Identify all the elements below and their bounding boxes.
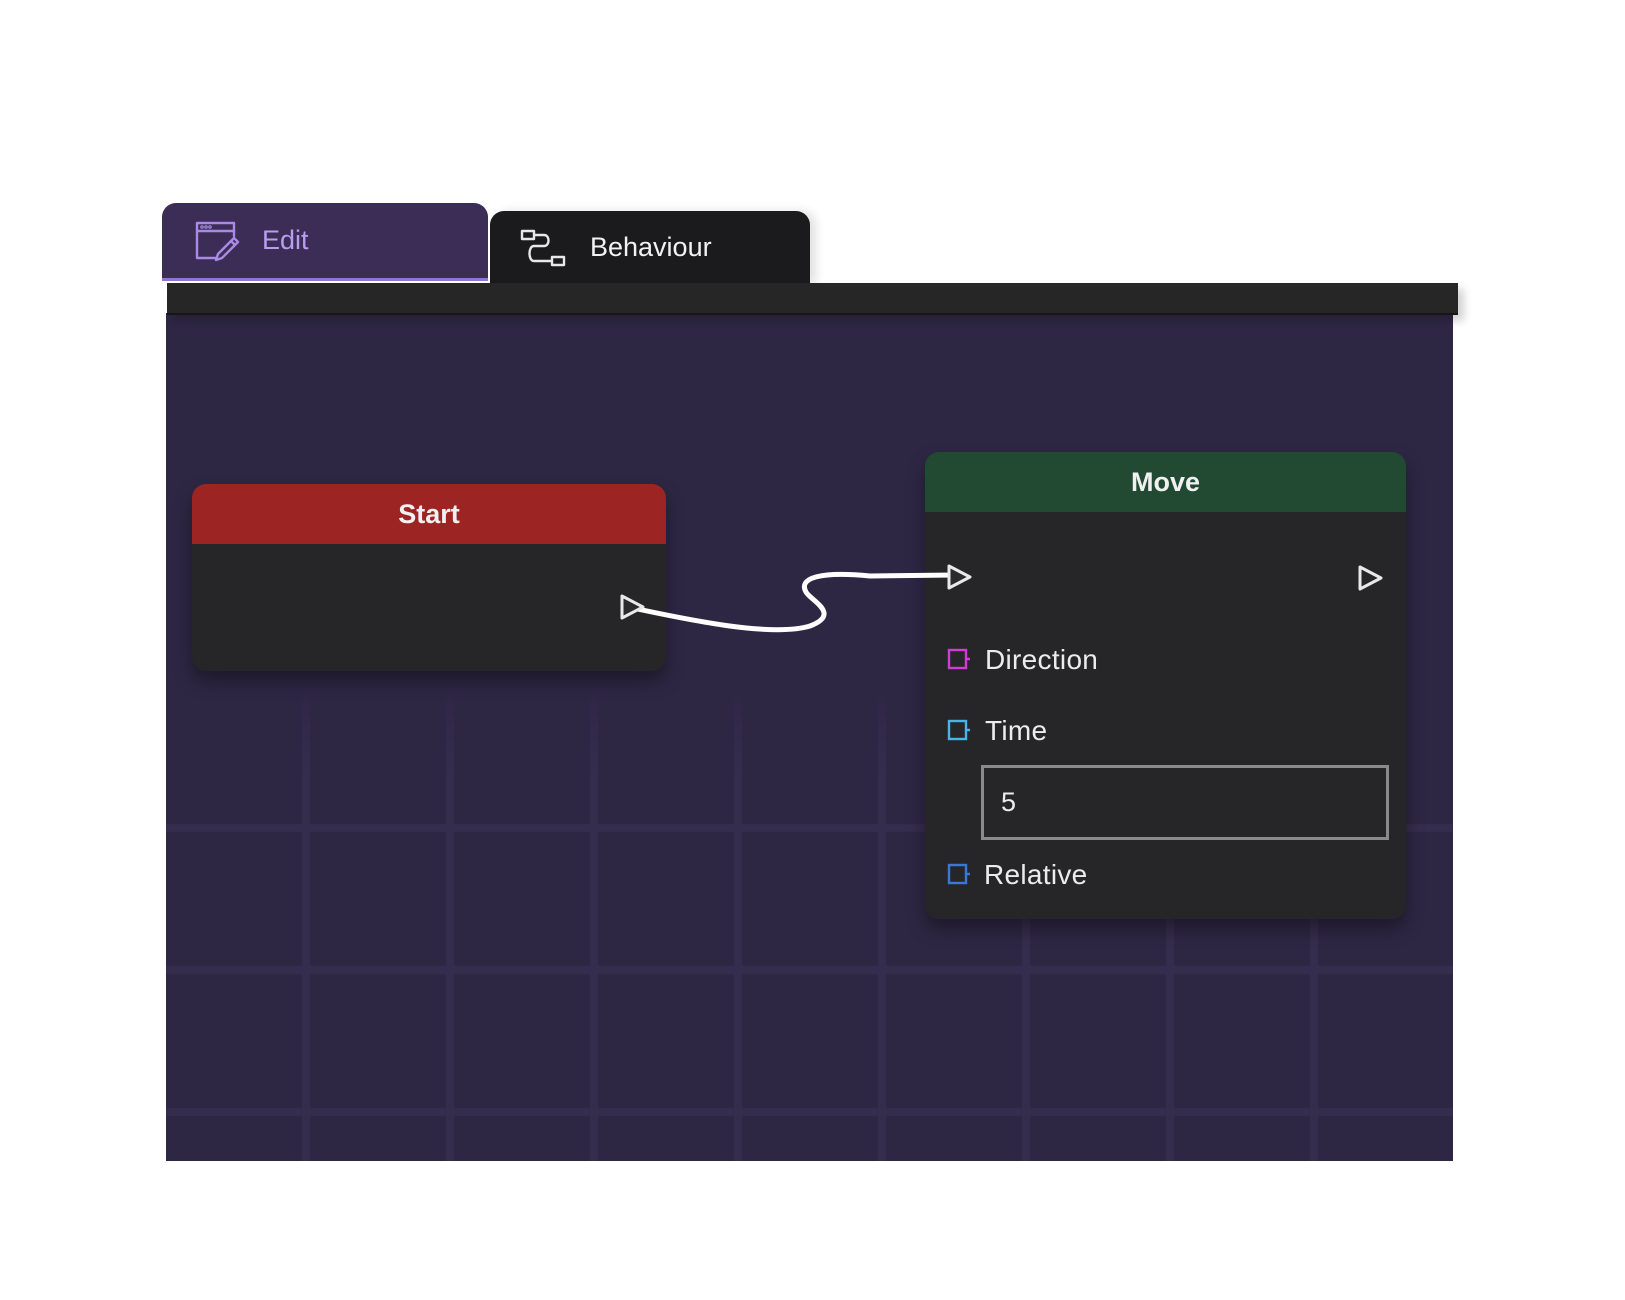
relative-port-icon[interactable] — [947, 863, 971, 887]
time-port-label: Time — [985, 715, 1048, 746]
relative-port-label: Relative — [984, 859, 1088, 890]
move-node[interactable]: Move Direction Time Relative — [925, 452, 1406, 919]
start-node-title: Start — [192, 484, 666, 544]
node-flow-icon — [520, 228, 566, 268]
start-node[interactable]: Start — [192, 484, 666, 671]
move-exec-in-icon[interactable] — [944, 562, 974, 592]
pencil-window-icon — [194, 220, 240, 262]
tab-behaviour-label: Behaviour — [590, 232, 712, 262]
tab-behaviour[interactable]: Behaviour — [490, 211, 810, 284]
move-node-title: Move — [925, 452, 1406, 512]
time-input[interactable] — [981, 765, 1389, 840]
direction-port-icon[interactable] — [947, 648, 971, 672]
toolbar-strip — [167, 283, 1458, 315]
time-port-icon[interactable] — [947, 719, 971, 743]
tab-edit-label: Edit — [262, 225, 309, 255]
move-exec-out-icon[interactable] — [1355, 563, 1385, 593]
direction-port-label: Direction — [985, 644, 1099, 675]
behaviour-editor: Edit Behaviour Start Move Direction Time… — [0, 0, 1625, 1300]
tab-edit[interactable]: Edit — [162, 203, 488, 281]
start-exec-out-icon[interactable] — [617, 592, 647, 622]
